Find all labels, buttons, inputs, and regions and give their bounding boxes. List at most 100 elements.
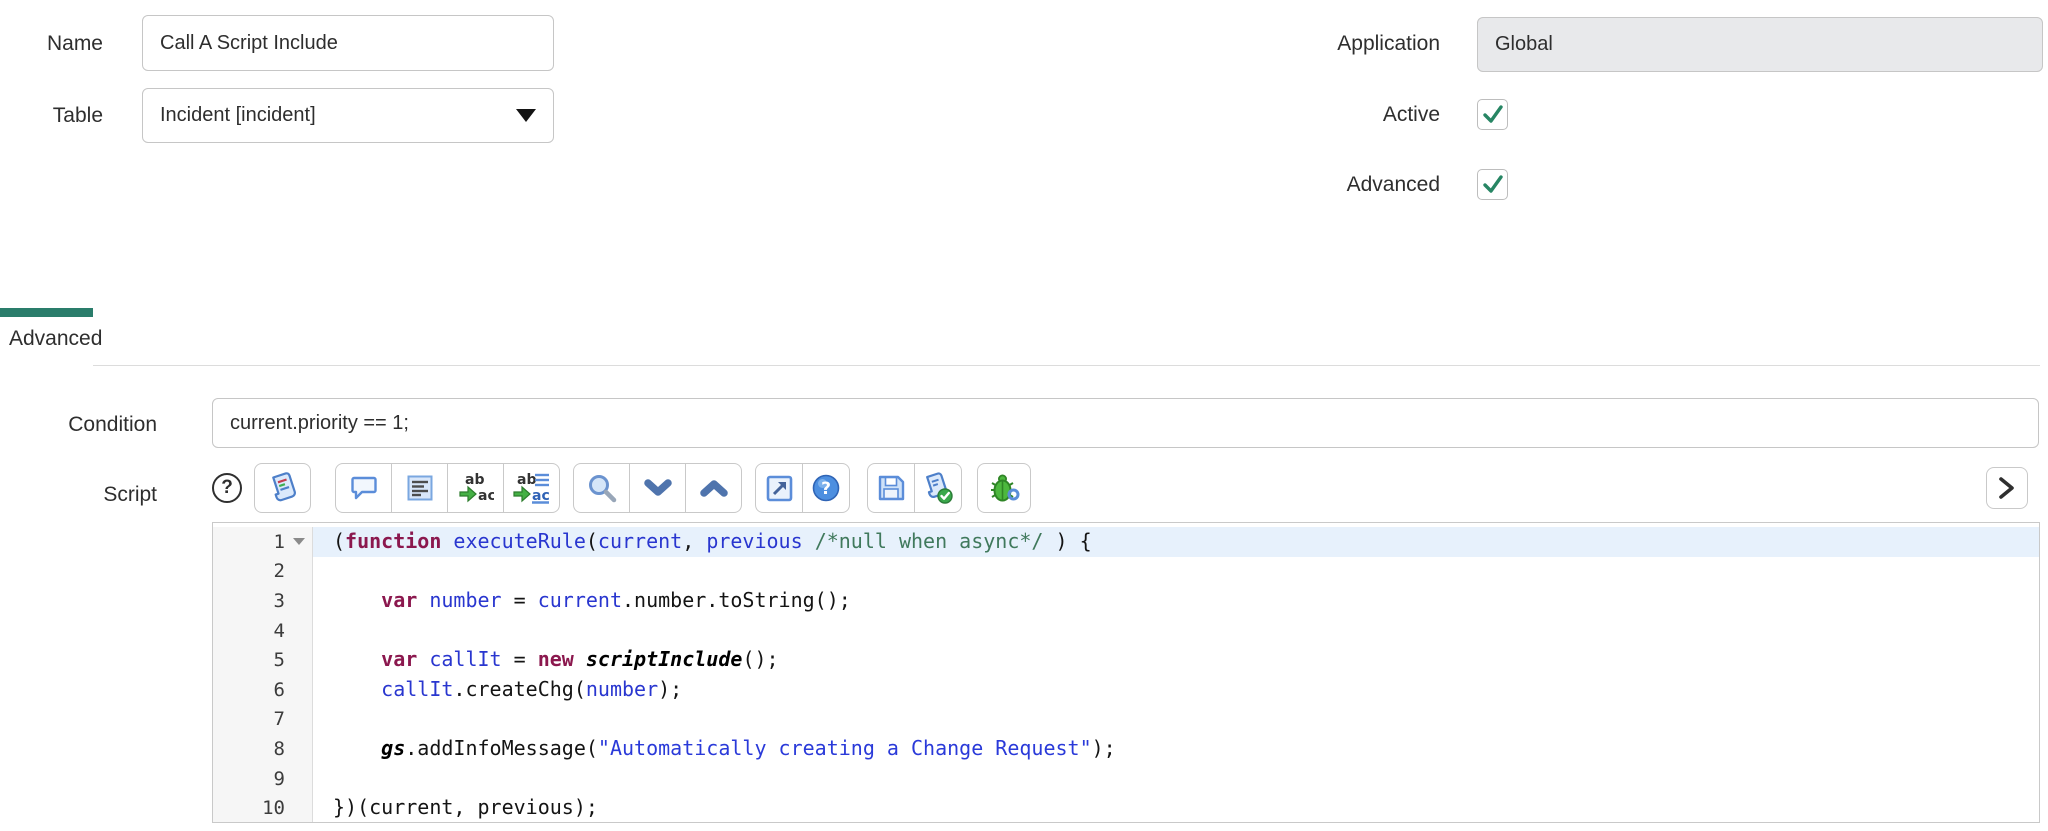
check-icon (1482, 104, 1503, 123)
line-number: 7 (273, 708, 285, 731)
expand-chevron-icon (1999, 477, 2014, 499)
line-number: 6 (273, 678, 285, 701)
debug-button[interactable] (977, 463, 1031, 513)
comment-button[interactable] (335, 463, 392, 513)
svg-text:?: ? (821, 479, 831, 499)
expand-editor-button[interactable] (1986, 467, 2028, 509)
help-filled-icon: ? (812, 474, 840, 502)
code-text[interactable]: callIt.createChg(number); (313, 675, 2039, 705)
svg-text:ac: ac (478, 488, 494, 504)
advanced-label: Advanced (1346, 173, 1440, 196)
line-gutter: 3 (213, 586, 313, 616)
line-gutter: 7 (213, 704, 313, 735)
find-previous-button[interactable] (685, 463, 742, 513)
application-value: Global (1495, 33, 1553, 55)
business-rule-form: Name Call A Script Include Table Inciden… (0, 0, 2048, 831)
code-line[interactable]: 9 (213, 763, 2039, 794)
script-editor[interactable]: 1 (function executeRule(current, previous… (212, 522, 2040, 823)
application-label: Application (1337, 32, 1440, 55)
code-line[interactable]: 3 var number = current.number.toString()… (213, 586, 2039, 616)
find-next-icon (643, 479, 672, 496)
line-gutter: 5 (213, 645, 313, 675)
code-text[interactable]: (function executeRule(current, previous … (313, 527, 2039, 557)
comment-icon (350, 476, 377, 500)
help-circle-icon[interactable]: ? (212, 473, 242, 503)
line-gutter: 10 (213, 793, 313, 822)
save-button[interactable] (867, 463, 915, 513)
code-line[interactable]: 7 (213, 704, 2039, 735)
help-button[interactable]: ? (802, 463, 850, 513)
table-label: Table (52, 104, 103, 127)
replace-button[interactable]: ab ac (447, 463, 504, 513)
line-number: 5 (273, 649, 285, 672)
line-number: 10 (262, 797, 285, 820)
line-gutter: 6 (213, 674, 313, 705)
code-text[interactable] (313, 557, 2039, 587)
code-line[interactable]: 1 (function executeRule(current, previous… (213, 527, 2039, 557)
script-toolbar: ? ab ac ab ac ? (212, 463, 1031, 513)
advanced-checkbox[interactable] (1477, 169, 1508, 200)
table-value: Incident [incident] (160, 104, 316, 126)
svg-text:ab: ab (517, 472, 536, 488)
line-number: 9 (273, 767, 285, 790)
line-gutter: 2 (213, 556, 313, 587)
svg-text:ab: ab (465, 472, 484, 488)
fold-caret-icon[interactable] (292, 538, 305, 546)
line-number: 2 (273, 560, 285, 583)
code-text[interactable] (313, 705, 2039, 735)
line-number: 1 (273, 530, 285, 553)
popout-icon (766, 475, 792, 501)
tab-divider (93, 365, 2040, 366)
popout-button[interactable] (755, 463, 803, 513)
validate-script-button[interactable] (914, 463, 962, 513)
line-gutter: 9 (213, 763, 313, 794)
code-text[interactable] (313, 764, 2039, 794)
replace-all-button[interactable]: ab ac (503, 463, 560, 513)
select-caret-icon (516, 109, 536, 122)
search-button[interactable] (573, 463, 630, 513)
code-text[interactable]: var callIt = new scriptInclude(); (313, 645, 2039, 675)
replace-icon: ab ac (458, 472, 494, 504)
validate-script-icon (926, 472, 953, 504)
script-label: Script (103, 483, 157, 506)
code-line[interactable]: 8 gs.addInfoMessage("Automatically creat… (213, 734, 2039, 764)
condition-label: Condition (68, 413, 157, 436)
line-number: 8 (273, 737, 285, 760)
active-checkbox[interactable] (1477, 99, 1508, 130)
format-code-icon (407, 475, 432, 501)
line-number: 3 (273, 589, 285, 612)
find-next-button[interactable] (629, 463, 686, 513)
name-input[interactable]: Call A Script Include (142, 15, 554, 71)
application-field: Global (1477, 17, 2043, 72)
code-line[interactable]: 4 (213, 615, 2039, 646)
code-line[interactable]: 2 (213, 556, 2039, 587)
condition-input[interactable]: current.priority == 1; (212, 398, 2039, 448)
code-text[interactable]: })(current, previous); (313, 793, 2039, 822)
name-label: Name (46, 32, 103, 55)
code-line[interactable]: 10 })(current, previous); (213, 793, 2039, 822)
code-text[interactable]: var number = current.number.toString(); (313, 586, 2039, 616)
active-label: Active (1382, 103, 1440, 126)
line-gutter: 4 (213, 615, 313, 646)
debug-icon (991, 474, 1020, 502)
save-icon (878, 475, 905, 501)
name-value: Call A Script Include (160, 31, 338, 54)
format-code-button[interactable] (391, 463, 448, 513)
replace-all-icon: ab ac (512, 472, 549, 504)
line-number: 4 (273, 619, 285, 642)
tab-advanced[interactable]: Advanced (9, 327, 102, 351)
code-text[interactable]: gs.addInfoMessage("Automatically creatin… (313, 734, 2039, 764)
table-select[interactable]: Incident [incident] (142, 88, 554, 143)
syntax-editor-icon (271, 472, 296, 502)
code-line[interactable]: 6 callIt.createChg(number); (213, 674, 2039, 705)
condition-value: current.priority == 1; (230, 411, 409, 434)
line-gutter: 1 (213, 527, 313, 557)
find-previous-icon (699, 480, 728, 497)
syntax-editor-button[interactable] (254, 463, 311, 513)
search-icon (588, 475, 616, 503)
code-text[interactable] (313, 616, 2039, 646)
line-gutter: 8 (213, 734, 313, 764)
code-line[interactable]: 5 var callIt = new scriptInclude(); (213, 645, 2039, 675)
check-icon (1482, 174, 1503, 193)
code-lines: 1 (function executeRule(current, previous… (213, 523, 2039, 822)
